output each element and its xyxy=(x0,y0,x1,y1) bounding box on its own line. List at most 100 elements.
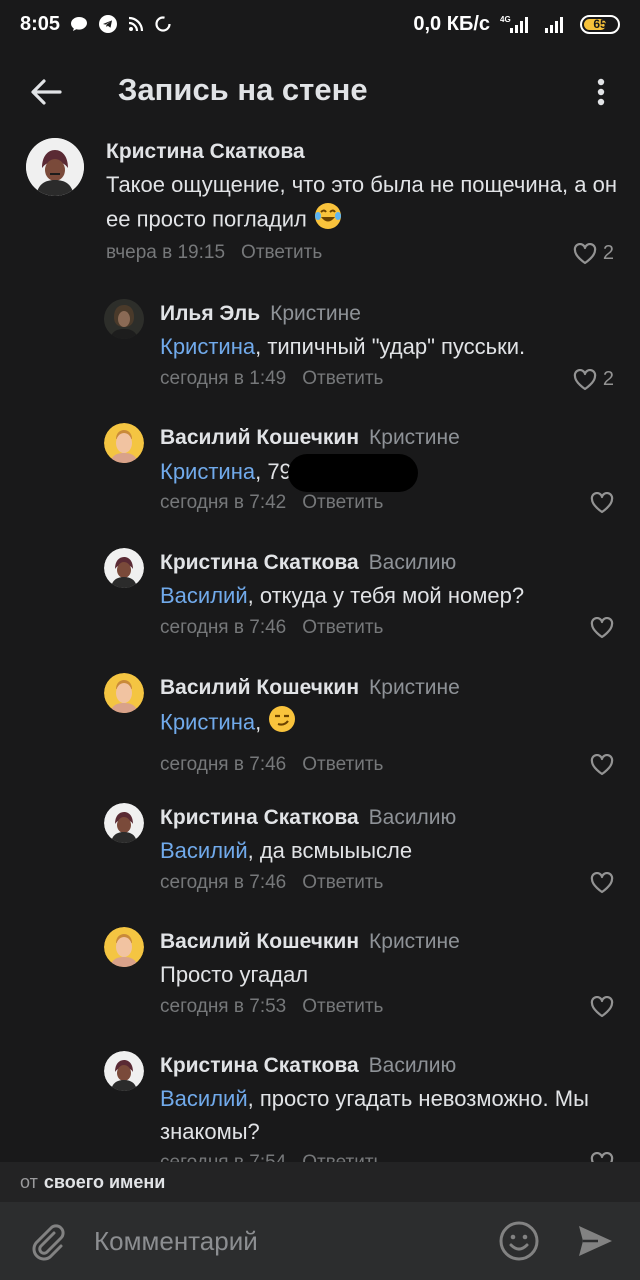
comment-time: сегодня в 7:46 xyxy=(160,754,287,775)
comment-item: Василий Кошечкин Кристине Кристина, 79 се… xyxy=(0,420,640,530)
reply-to[interactable]: Василию xyxy=(369,551,457,574)
comment-composer xyxy=(0,1202,640,1280)
comment-time: сегодня в 7:53 xyxy=(160,996,287,1017)
reply-button[interactable]: Ответить xyxy=(302,872,383,893)
network-speed: 0,0 КБ/с xyxy=(413,12,490,35)
heart-icon xyxy=(590,872,614,894)
battery-indicator: 65 xyxy=(580,14,620,34)
like-button[interactable]: 2 xyxy=(573,368,614,391)
heart-icon xyxy=(590,617,614,639)
smile-icon xyxy=(499,1221,539,1261)
avatar[interactable] xyxy=(104,1051,144,1091)
like-count: 2 xyxy=(602,368,614,390)
comment-item: Василий Кошечкин Кристине Кристина, сегод… xyxy=(0,670,640,790)
comment-text: Такое ощущение, что это была не пощечина… xyxy=(106,168,626,240)
comment-author[interactable]: Василий Кошечкин xyxy=(160,426,359,449)
like-button[interactable] xyxy=(590,754,614,776)
status-bar: 8:05 0,0 КБ/с 4G 65 xyxy=(0,0,640,48)
reply-to[interactable]: Кристине xyxy=(369,930,460,953)
comment-input[interactable] xyxy=(94,1219,474,1263)
comment-author[interactable]: Кристина Скаткова xyxy=(160,1054,359,1077)
heart-icon xyxy=(573,368,597,390)
smirk-emoji-icon xyxy=(267,704,297,743)
reply-to[interactable]: Кристине xyxy=(270,302,361,325)
avatar[interactable] xyxy=(104,423,144,463)
post-as-selector[interactable]: от своего имени xyxy=(0,1162,640,1202)
comment-item: Кристина Скаткова Василию Василий, да всм… xyxy=(0,800,640,910)
like-button[interactable] xyxy=(590,1152,614,1162)
back-arrow-icon xyxy=(31,79,62,105)
like-button[interactable] xyxy=(590,617,614,639)
comment-time: вчера в 19:15 xyxy=(106,242,226,263)
comment-text: Кристина, 79 xyxy=(160,454,620,492)
avatar[interactable] xyxy=(104,803,144,843)
reply-to[interactable]: Кристине xyxy=(369,676,460,699)
mention-link[interactable]: Василий xyxy=(160,838,248,863)
more-button[interactable] xyxy=(586,72,616,112)
comment-author[interactable]: Илья Эль xyxy=(160,302,260,325)
chat-notification-icon xyxy=(70,15,88,33)
comment-item: Кристина Скаткова Такое ощущение, что эт… xyxy=(0,130,640,280)
reply-button[interactable]: Ответить xyxy=(302,754,383,775)
like-button[interactable] xyxy=(590,872,614,894)
attach-icon xyxy=(32,1224,65,1261)
back-button[interactable] xyxy=(24,72,68,112)
send-icon xyxy=(579,1226,612,1256)
comment-author[interactable]: Василий Кошечкин xyxy=(160,930,359,953)
attach-button[interactable] xyxy=(26,1220,68,1262)
avatar[interactable] xyxy=(26,138,84,196)
emoji-button[interactable] xyxy=(498,1220,540,1262)
heart-icon xyxy=(590,492,614,514)
post-as-name: своего имени xyxy=(43,1171,166,1192)
mention-link[interactable]: Василий xyxy=(160,1086,248,1111)
reply-button[interactable]: Ответить xyxy=(302,368,383,389)
reply-to[interactable]: Василию xyxy=(369,806,457,829)
like-button[interactable] xyxy=(590,996,614,1018)
comment-item: Илья Эль Кристине Кристина, типичный "уда… xyxy=(0,296,640,406)
like-button[interactable]: 2 xyxy=(573,242,614,265)
reply-button[interactable]: Ответить xyxy=(302,617,383,638)
comment-text: Василий, просто угадать невозможно. Мы з… xyxy=(160,1086,589,1144)
more-vertical-icon xyxy=(597,78,605,106)
reply-button[interactable]: Ответить xyxy=(302,996,383,1017)
comment-text: Просто угадал xyxy=(160,962,309,987)
redaction-mark xyxy=(287,454,418,492)
sync-icon xyxy=(154,15,172,33)
reply-to[interactable]: Василию xyxy=(369,1054,457,1077)
comment-text: Кристина, типичный "удар" пусськи. xyxy=(160,334,526,359)
send-button[interactable] xyxy=(574,1220,616,1262)
like-count: 2 xyxy=(602,242,614,264)
svg-text:4G: 4G xyxy=(500,15,511,24)
signal-icon xyxy=(544,14,570,34)
heart-icon xyxy=(590,996,614,1018)
comment-author[interactable]: Кристина Скаткова xyxy=(160,551,359,574)
reply-button[interactable]: Ответить xyxy=(302,1152,383,1162)
comment-author[interactable]: Василий Кошечкин xyxy=(160,676,359,699)
avatar[interactable] xyxy=(104,673,144,713)
mention-link[interactable]: Кристина xyxy=(160,334,255,359)
reply-button[interactable]: Ответить xyxy=(302,492,383,513)
page-title: Запись на стене xyxy=(118,72,368,107)
comment-time: сегодня в 1:49 xyxy=(160,368,287,389)
comment-text: Кристина, xyxy=(160,704,620,743)
avatar[interactable] xyxy=(104,299,144,339)
mention-link[interactable]: Василий xyxy=(160,583,248,608)
mention-link[interactable]: Кристина xyxy=(160,709,255,734)
avatar[interactable] xyxy=(104,927,144,967)
comment-author[interactable]: Кристина Скаткова xyxy=(106,140,305,163)
reply-to[interactable]: Кристине xyxy=(369,426,460,449)
status-time: 8:05 xyxy=(20,12,61,35)
comment-text: Василий, откуда у тебя мой номер? xyxy=(160,583,525,608)
mention-link[interactable]: Кристина xyxy=(160,459,255,484)
comment-item: Кристина Скаткова Василию Василий, просто… xyxy=(0,1048,640,1162)
comment-time: сегодня в 7:46 xyxy=(160,872,287,893)
comment-text: Василий, да всмыыысле xyxy=(160,838,413,863)
telegram-icon xyxy=(98,14,118,34)
comment-time: сегодня в 7:42 xyxy=(160,492,287,513)
comment-item: Кристина Скаткова Василию Василий, откуда… xyxy=(0,545,640,655)
like-button[interactable] xyxy=(590,492,614,514)
comment-author[interactable]: Кристина Скаткова xyxy=(160,806,359,829)
heart-icon xyxy=(573,242,597,264)
reply-button[interactable]: Ответить xyxy=(241,242,322,263)
avatar[interactable] xyxy=(104,548,144,588)
